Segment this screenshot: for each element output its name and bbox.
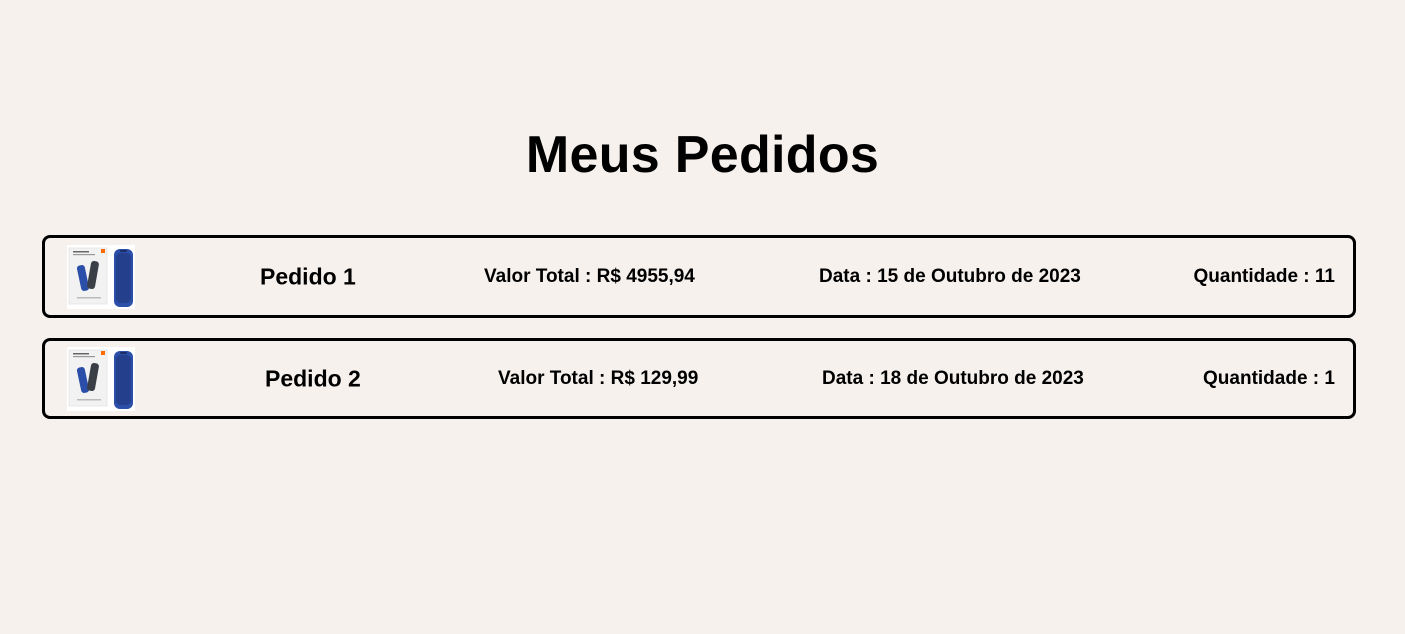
page-title: Meus Pedidos: [525, 126, 880, 184]
order-quantity-label: Quantidade :: [1193, 265, 1310, 287]
order-total-label: Valor Total :: [484, 265, 592, 287]
speaker-product-image: [67, 245, 135, 309]
order-total: Valor Total : R$ 4955,94: [484, 266, 695, 288]
order-card[interactable]: Pedido 1 Valor Total : R$ 4955,94 Data :…: [42, 235, 1356, 318]
product-thumbnail: [67, 245, 135, 309]
order-quantity-value: 1: [1324, 367, 1335, 389]
order-total-label: Valor Total :: [498, 367, 606, 389]
order-date-value: 18 de Outubro de 2023: [880, 367, 1084, 389]
product-thumbnail: [67, 347, 135, 411]
order-name: Pedido 2: [265, 365, 361, 391]
order-quantity-label: Quantidade :: [1203, 367, 1320, 389]
order-total-value: R$ 4955,94: [596, 265, 695, 287]
order-name: Pedido 1: [260, 263, 356, 289]
order-quantity: Quantidade : 11: [1194, 266, 1336, 288]
order-date: Data : 18 de Outubro de 2023: [822, 368, 1084, 390]
order-date: Data : 15 de Outubro de 2023: [819, 266, 1081, 288]
order-quantity-value: 11: [1314, 265, 1335, 287]
order-quantity: Quantidade : 1: [1203, 368, 1335, 390]
order-date-value: 15 de Outubro de 2023: [877, 265, 1081, 287]
order-total-value: R$ 129,99: [610, 367, 699, 389]
order-date-label: Data :: [819, 265, 872, 287]
speaker-product-image: [67, 347, 135, 411]
order-card[interactable]: Pedido 2 Valor Total : R$ 129,99 Data : …: [42, 338, 1356, 419]
order-date-label: Data :: [822, 367, 875, 389]
order-total: Valor Total : R$ 129,99: [498, 368, 698, 390]
